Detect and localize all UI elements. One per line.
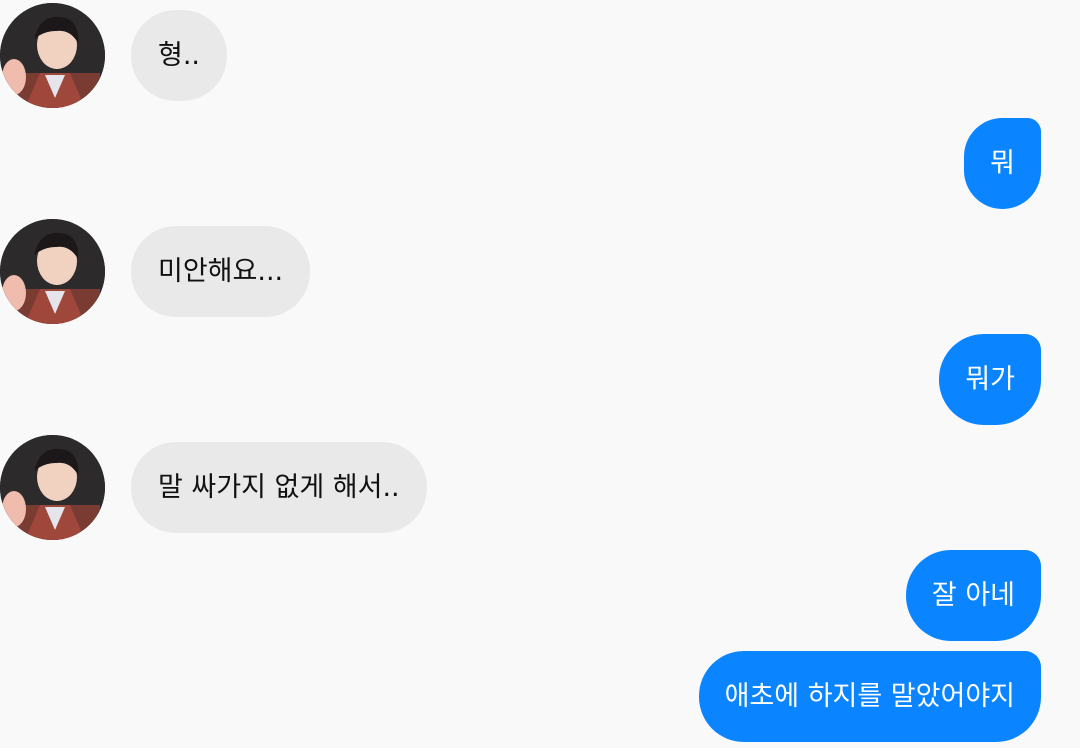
message-text: 뭐 bbox=[990, 148, 1015, 179]
message-text: 애초에 하지를 말았어야지 bbox=[724, 681, 1015, 712]
contact-avatar[interactable] bbox=[0, 219, 105, 324]
contact-avatar[interactable] bbox=[0, 3, 105, 108]
message-incoming[interactable]: 형.. bbox=[131, 10, 228, 101]
message-text: 형.. bbox=[158, 40, 201, 71]
avatar-photo bbox=[0, 219, 105, 324]
message-outgoing[interactable]: 뭐 bbox=[964, 118, 1041, 209]
message-outgoing[interactable]: 잘 아네 bbox=[905, 550, 1041, 641]
message-text: 뭐가 bbox=[965, 364, 1015, 395]
message-text: 미안해요... bbox=[158, 256, 284, 287]
message-outgoing[interactable]: 뭐가 bbox=[939, 334, 1041, 425]
message-outgoing[interactable]: 애초에 하지를 말았어야지 bbox=[698, 651, 1041, 742]
chat-thread: 형.. 뭐 미안해요... 뭐가 말 싸가지 없게 해서.. 잘 아네 애초에 … bbox=[0, 0, 1080, 748]
avatar-photo bbox=[0, 3, 105, 108]
message-incoming[interactable]: 미안해요... bbox=[131, 226, 311, 317]
avatar-photo bbox=[0, 435, 105, 540]
contact-avatar[interactable] bbox=[0, 435, 105, 540]
message-text: 잘 아네 bbox=[931, 580, 1015, 611]
message-text: 말 싸가지 없게 해서.. bbox=[158, 472, 400, 503]
message-incoming[interactable]: 말 싸가지 없게 해서.. bbox=[131, 442, 427, 533]
